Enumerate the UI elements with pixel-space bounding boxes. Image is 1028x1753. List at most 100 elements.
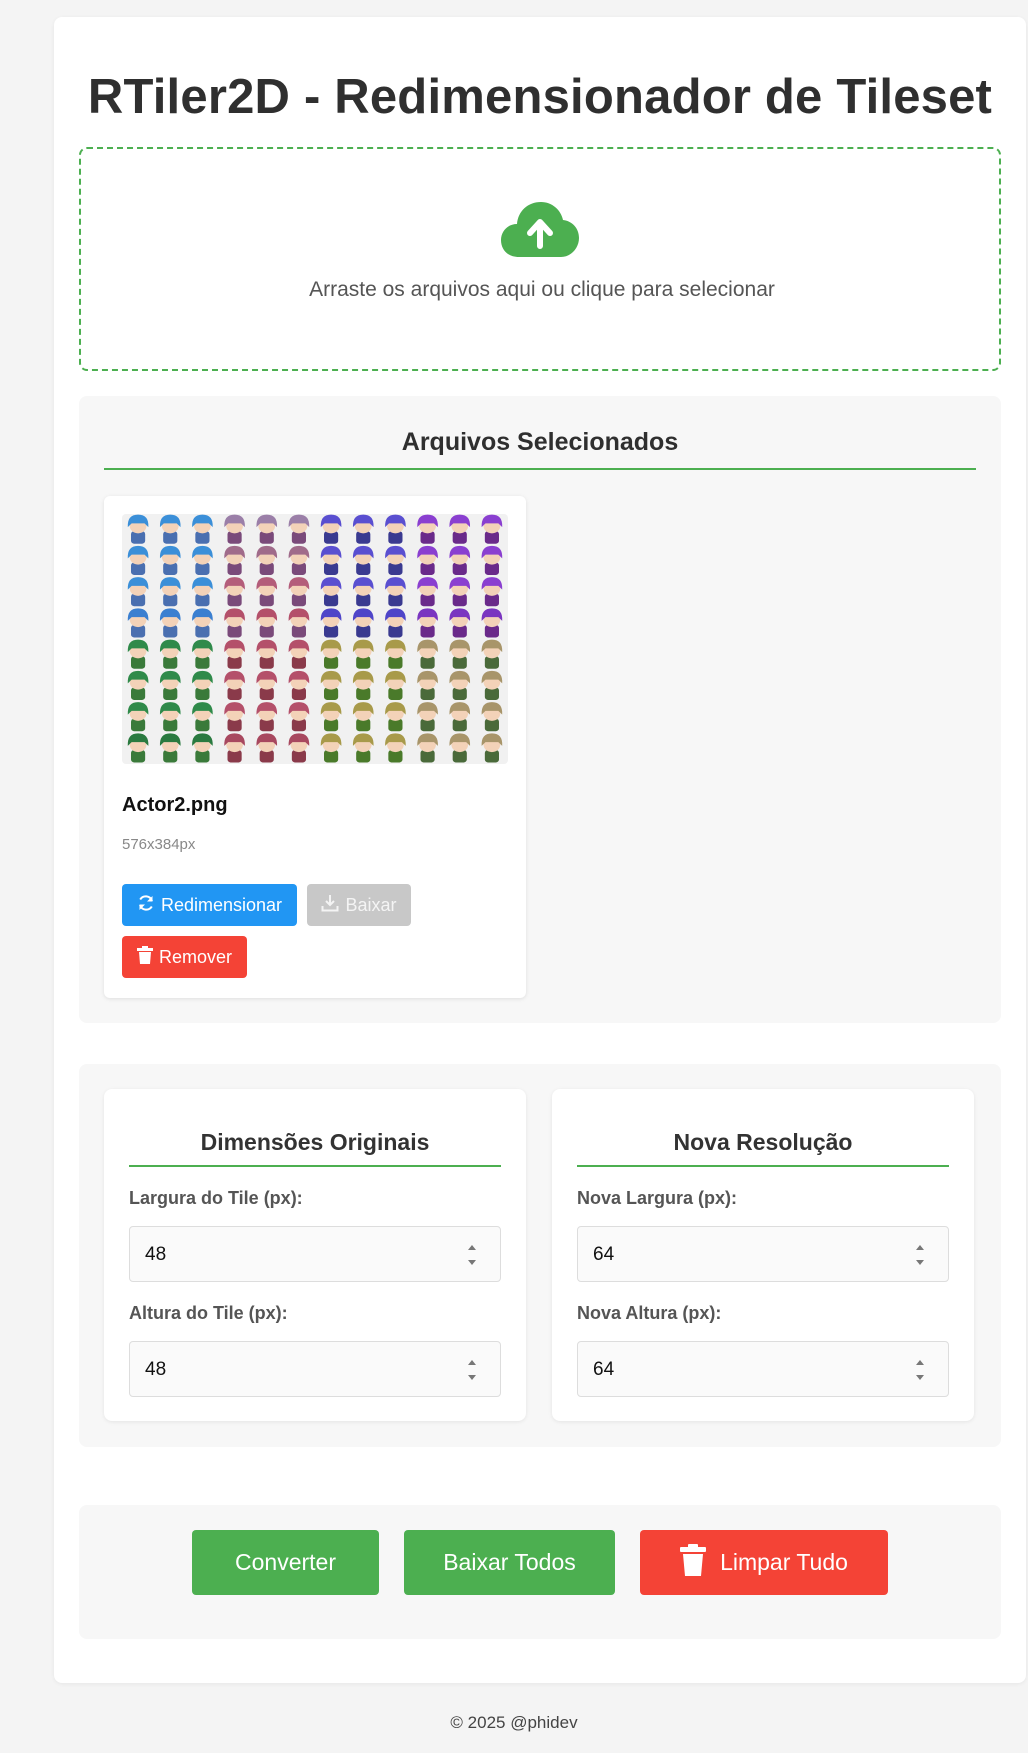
trash-icon [680,1543,707,1582]
number-spinner-icon[interactable] [466,1356,478,1384]
sprite-tile [352,702,374,732]
remove-button[interactable]: Remover [122,936,247,978]
new-width-label: Nova Largura (px): [577,1188,738,1208]
sprite-tile [449,702,471,732]
sprite-tile [352,639,374,669]
sprite-tile [352,545,374,575]
sprite-tile [449,670,471,700]
download-all-button[interactable]: Baixar Todos [404,1530,615,1595]
file-dropzone[interactable]: Arraste os arquivos aqui ou clique para … [79,147,1001,371]
sprite-tile [449,577,471,607]
sprite-tile [159,733,181,763]
tile-width-value: 48 [145,1244,167,1265]
sprite-tile [320,639,342,669]
settings-section: Dimensões Originais Largura do Tile (px)… [79,1064,1001,1447]
footer-copyright: © 2025 @phidev [450,1713,578,1732]
sprite-tile [256,702,278,732]
sprite-tile [320,670,342,700]
sprite-tile [256,608,278,638]
sprite-tile [352,733,374,763]
sprite-tile [256,733,278,763]
sprite-tile [288,608,310,638]
refresh-icon [137,894,155,917]
sprite-tile [127,733,149,763]
sprite-tile [192,733,213,763]
sprite-tile [320,514,342,544]
tile-width-label: Largura do Tile (px): [129,1188,303,1208]
sprite-tile [192,670,213,700]
new-width-value: 64 [593,1244,615,1265]
download-button[interactable]: Baixar [307,884,411,926]
sprite-tile [385,702,406,732]
sprite-tile [352,670,374,700]
sprite-tile [352,577,374,607]
sprite-tile [127,545,149,575]
sprite-tile [288,639,310,669]
sprite-tile [352,514,374,544]
tile-height-input[interactable]: 48 [129,1341,501,1397]
sprite-tile [417,733,438,763]
sprite-tile [127,514,149,544]
sprite-tile [159,545,181,575]
sprite-tile [192,577,213,607]
download-icon [321,894,339,917]
sprite-tile [417,577,438,607]
resize-button[interactable]: Redimensionar [122,884,297,926]
sprite-tile [127,639,149,669]
sprite-tile [256,670,278,700]
sprite-tile [288,733,310,763]
sprite-tile [224,545,245,575]
sprite-tile [159,702,181,732]
sprite-tile [385,514,406,544]
section-divider [104,468,976,470]
sprite-tile [192,702,213,732]
file-card: Actor2.png 576x384px Redimensionar Baixa… [104,496,526,998]
selected-files-title: Arquivos Selecionados [401,428,679,456]
dropzone-text: Arraste os arquivos aqui ou clique para … [309,278,775,301]
sprite-tile [256,514,278,544]
sprite-tile [288,545,310,575]
sprite-tile [224,670,245,700]
new-height-label: Nova Altura (px): [577,1303,722,1323]
sprite-tile [417,514,438,544]
sprite-tile [385,733,406,763]
sprite-tile [320,733,342,763]
panel-divider [129,1165,501,1167]
sprite-tile [224,514,245,544]
sprite-tile [481,577,503,607]
new-resolution-panel: Nova Resolução Nova Largura (px): 64 Nov… [552,1089,974,1421]
original-dimensions-title: Dimensões Originais [200,1129,430,1155]
number-spinner-icon[interactable] [466,1241,478,1269]
sprite-tile [256,577,278,607]
sprite-tile [449,639,471,669]
sprite-tile [449,545,471,575]
selected-files-section: Arquivos Selecionados Actor2.png 576x384… [79,396,1001,1023]
sprite-tile [127,608,149,638]
new-width-input[interactable]: 64 [577,1226,949,1282]
sprite-tile [288,514,310,544]
sprite-tile [417,608,438,638]
convert-button[interactable]: Converter [192,1530,379,1595]
remove-button-label: Remover [158,946,233,967]
sprite-tile [449,514,471,544]
sprite-tile [417,545,438,575]
sprite-tile [127,702,149,732]
file-dimensions: 576x384px [122,836,196,853]
sprite-tile [385,577,406,607]
sprite-tile [288,702,310,732]
tile-width-input[interactable]: 48 [129,1226,501,1282]
number-spinner-icon[interactable] [914,1241,926,1269]
sprite-tile [224,733,245,763]
sprite-tile [224,608,245,638]
sprite-tile [417,670,438,700]
sprite-tile [481,702,503,732]
sprite-tile [417,702,438,732]
new-height-input[interactable]: 64 [577,1341,949,1397]
clear-all-button[interactable]: Limpar Tudo [640,1530,888,1595]
sprite-tile [192,545,213,575]
resize-button-label: Redimensionar [160,894,283,915]
sprite-tile [320,577,342,607]
file-name: Actor2.png [122,794,228,816]
original-dimensions-panel: Dimensões Originais Largura do Tile (px)… [104,1089,526,1421]
number-spinner-icon[interactable] [914,1356,926,1384]
